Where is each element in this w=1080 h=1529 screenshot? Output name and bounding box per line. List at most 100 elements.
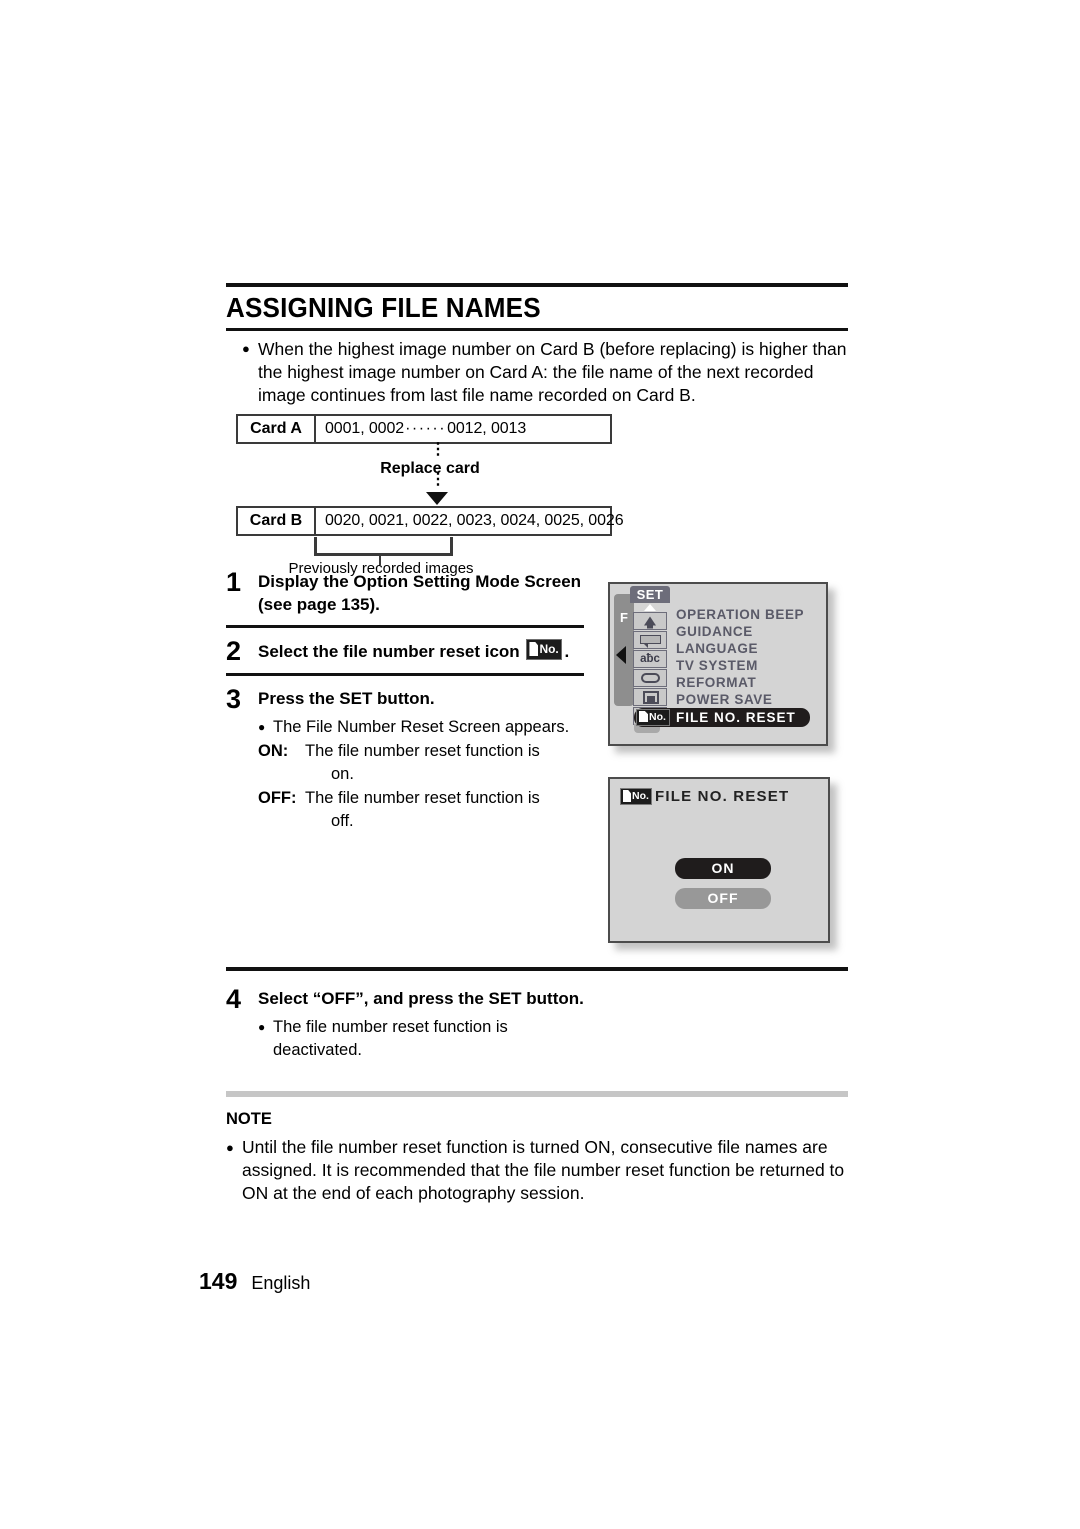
step-3-title: Press the SET button. xyxy=(258,689,435,708)
file-number-reset-icon-label: No. xyxy=(539,642,559,656)
step-2-title-suffix: . xyxy=(564,642,570,661)
step-3-bullet-row: ● The File Number Reset Screen appears. xyxy=(258,716,584,739)
brace-shape xyxy=(314,537,453,556)
card-glyph-icon xyxy=(643,691,659,704)
left-caret-icon xyxy=(616,646,626,664)
footer-language: English xyxy=(251,1273,311,1293)
step-2-number: 2 xyxy=(226,636,242,666)
card-b-label: Card B xyxy=(238,508,316,534)
menu-item-guidance[interactable]: GUIDANCE xyxy=(676,623,826,640)
step-4-bullet-row: ● The file number reset function is deac… xyxy=(258,1016,584,1062)
definition-on-hang: on. xyxy=(331,765,354,783)
menu-item-operation-beep[interactable]: OPERATION BEEP xyxy=(676,606,826,623)
page-title-block: ASSIGNING FILE NAMES xyxy=(226,283,848,331)
title-rule-bottom xyxy=(226,328,848,331)
vertical-dots-bottom-icon: ⋮ xyxy=(430,471,446,488)
step-separator-1 xyxy=(226,625,584,628)
card-a-values: 0001, 0002 ······ 0012, 0013 xyxy=(316,416,610,442)
file-no-reset-header: No. FILE NO. RESET xyxy=(620,788,789,805)
card-b-values: 0020, 0021, 0022, 0023, 0024, 0025, 0026 xyxy=(325,512,624,529)
step-3: 3 Press the SET button. ● The File Numbe… xyxy=(226,684,584,833)
card-a-values-end: 0012, 0013 xyxy=(447,420,527,437)
menu-item-power-save[interactable]: POWER SAVE xyxy=(676,691,826,708)
card-diagram: Card A 0001, 0002 ······ 0012, 0013 ⋮ Repl… xyxy=(236,414,624,580)
file-number-reset-icon-label: No. xyxy=(649,711,666,723)
bullet-dot-icon: ● xyxy=(226,1140,234,1155)
tv-glyph-icon xyxy=(641,673,660,683)
step-separator-2 xyxy=(226,673,584,676)
bullet-dot-icon: ● xyxy=(258,720,266,734)
step-2-title-text: Select the file number reset icon xyxy=(258,642,520,661)
page-title: ASSIGNING FILE NAMES xyxy=(226,292,541,323)
file-number-reset-icon: No. xyxy=(526,639,563,660)
definition-off-term: OFF: xyxy=(258,789,297,807)
lcd-option-setting-screen: F SET aƀc PS OPERATION BEEP GUIDANCE LAN… xyxy=(608,582,828,746)
file-number-reset-icon-label: No. xyxy=(632,790,649,802)
menu-item-file-no-reset[interactable]: No. FILE NO. RESET xyxy=(634,708,810,727)
step-1: 1 Display the Option Setting Mode Screen… xyxy=(226,567,584,616)
file-no-reset-title: FILE NO. RESET xyxy=(655,788,790,805)
language-icon: aƀc xyxy=(633,650,667,668)
definition-on-term: ON: xyxy=(258,742,289,760)
card-a-row: Card A 0001, 0002 ······ 0012, 0013 xyxy=(236,414,612,444)
option-off-button[interactable]: OFF xyxy=(675,888,771,909)
step-4-number: 4 xyxy=(226,984,242,1014)
set-chip-label: SET xyxy=(630,586,670,603)
step-4-bullet-text: The file number reset function is deacti… xyxy=(273,1018,508,1059)
menu-icon-column: SET aƀc PS xyxy=(630,586,670,726)
step-3-number: 3 xyxy=(226,684,242,714)
menu-item-reformat[interactable]: REFORMAT xyxy=(676,674,826,691)
step-2: 2 Select the file number reset icon No. … xyxy=(226,636,584,666)
definition-on-text: The file number reset function is xyxy=(305,742,540,760)
card-b-row: Card B 0020, 0021, 0022, 0023, 0024, 002… xyxy=(236,506,624,536)
down-arrow-icon xyxy=(426,492,448,505)
step-separator-3 xyxy=(226,967,848,971)
file-number-reset-icon: No. xyxy=(620,788,652,805)
operation-beep-icon xyxy=(633,612,667,630)
note-body-text: Until the file number reset function is … xyxy=(242,1137,845,1203)
lcd-file-no-reset-screen: No. FILE NO. RESET ON OFF xyxy=(608,777,830,943)
speech-bubble-glyph-icon xyxy=(640,635,661,648)
step-4: 4 Select “OFF”, and press the SET button… xyxy=(226,984,584,1062)
file-number-reset-icon: No. xyxy=(636,709,670,726)
intro-bullet-text: When the highest image number on Card B … xyxy=(258,339,847,405)
note-body-row: ● Until the file number reset function i… xyxy=(226,1136,850,1205)
intro-paragraph: ● When the highest image number on Card … xyxy=(242,338,850,406)
bullet-dot-icon: ● xyxy=(242,341,250,356)
reformat-icon xyxy=(633,688,667,706)
replace-card-zone: ⋮ Replace card ⋮ xyxy=(236,441,612,506)
step-2-title: Select the file number reset icon No. . xyxy=(258,639,584,663)
language-icon-label: aƀc xyxy=(640,653,660,665)
page-glyph-icon xyxy=(529,642,539,656)
intro-bullet-row: ● When the highest image number on Card … xyxy=(242,338,850,406)
step-3-bullet-text: The File Number Reset Screen appears. xyxy=(273,718,570,736)
page-number: 149 xyxy=(199,1268,238,1294)
note-section: NOTE ● Until the file number reset funct… xyxy=(226,1108,850,1205)
definition-off-hang: off. xyxy=(331,812,354,830)
page-glyph-icon xyxy=(623,790,631,802)
page-glyph-icon xyxy=(639,711,648,722)
menu-item-list: OPERATION BEEP GUIDANCE LANGUAGE TV SYST… xyxy=(676,606,826,708)
definition-on: ON: The file number reset function is on. xyxy=(258,740,584,786)
step-4-details: ● The file number reset function is deac… xyxy=(258,1016,584,1062)
note-separator xyxy=(226,1091,848,1097)
step-1-number: 1 xyxy=(226,567,242,597)
menu-item-language[interactable]: LANGUAGE xyxy=(676,640,826,657)
card-a-values-start: 0001, 0002 xyxy=(325,420,405,437)
bullet-dot-icon: ● xyxy=(258,1020,266,1034)
guidance-icon xyxy=(633,631,667,649)
steps-column: 1 Display the Option Setting Mode Screen… xyxy=(226,567,584,833)
step-4-title: Select “OFF”, and press the SET button. xyxy=(258,989,584,1008)
definition-off: OFF: The file number reset function is of… xyxy=(258,787,584,833)
step-3-details: ● The File Number Reset Screen appears. … xyxy=(258,716,584,833)
option-on-button[interactable]: ON xyxy=(675,858,771,879)
manual-page: ASSIGNING FILE NAMES ● When the highest … xyxy=(0,0,1080,1529)
card-a-dot-leader: ······ xyxy=(405,420,447,437)
note-heading: NOTE xyxy=(226,1110,272,1128)
page-footer: 149 English xyxy=(199,1268,310,1295)
definition-off-text: The file number reset function is xyxy=(305,789,540,807)
menu-item-tv-system[interactable]: TV SYSTEM xyxy=(676,657,826,674)
step-1-title: Display the Option Setting Mode Screen (… xyxy=(258,572,582,614)
vertical-dots-top-icon: ⋮ xyxy=(430,441,446,458)
menu-item-file-no-reset-label: FILE NO. RESET xyxy=(676,710,796,725)
